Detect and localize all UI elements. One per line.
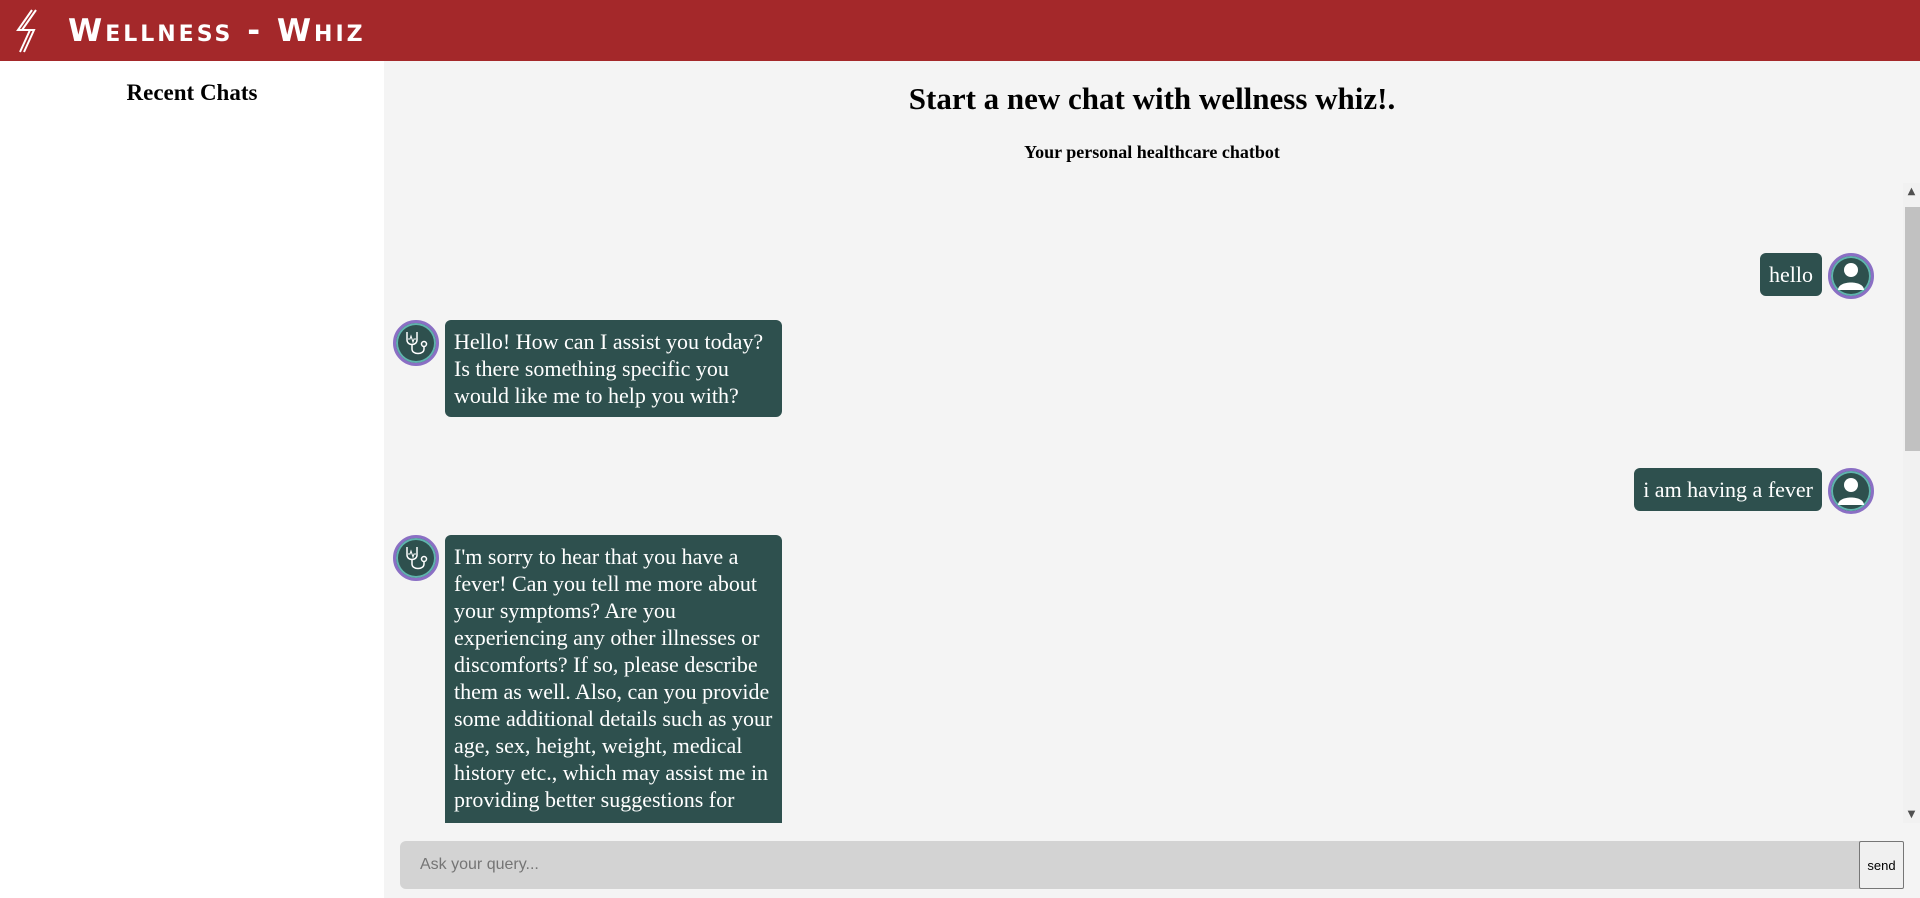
bot-message-bubble: I'm sorry to hear that you have a fever!… <box>445 535 782 823</box>
bot-message: Hello! How can I assist you today? Is th… <box>393 320 782 417</box>
app-title: Wellness - Whiz <box>68 12 366 49</box>
bot-message: I'm sorry to hear that you have a fever!… <box>393 535 782 823</box>
user-avatar-icon <box>1828 468 1874 514</box>
scrollbar-thumb[interactable] <box>1905 207 1920 451</box>
query-input[interactable] <box>400 841 1861 889</box>
top-bar: Wellness - Whiz <box>0 0 1920 61</box>
scroll-down-arrow-icon[interactable]: ▼ <box>1903 806 1920 823</box>
bot-message-bubble: Hello! How can I assist you today? Is th… <box>445 320 782 417</box>
recent-chats-title: Recent Chats <box>126 80 258 105</box>
lightning-slash-logo-icon <box>12 6 52 56</box>
user-avatar-icon <box>1828 253 1874 299</box>
send-button[interactable]: send <box>1859 841 1904 889</box>
query-input-bar: send <box>400 841 1904 889</box>
stethoscope-avatar-icon <box>393 535 439 581</box>
user-message-bubble: hello <box>1760 253 1822 296</box>
chat-messages-area[interactable]: hello Hello! How can I assist you today?… <box>384 183 1920 823</box>
chat-main-panel: Start a new chat with wellness whiz!. Yo… <box>384 61 1920 898</box>
scroll-up-arrow-icon[interactable]: ▲ <box>1903 183 1920 200</box>
recent-chats-sidebar: Recent Chats <box>0 61 384 898</box>
user-message: hello <box>1760 253 1874 299</box>
chat-scrollbar[interactable]: ▲ ▼ <box>1903 183 1920 823</box>
page-subtitle: Your personal healthcare chatbot <box>1024 142 1280 162</box>
user-message-bubble: i am having a fever <box>1634 468 1822 511</box>
page-title: Start a new chat with wellness whiz!. <box>908 81 1396 116</box>
user-message: i am having a fever <box>1634 468 1874 514</box>
stethoscope-avatar-icon <box>393 320 439 366</box>
